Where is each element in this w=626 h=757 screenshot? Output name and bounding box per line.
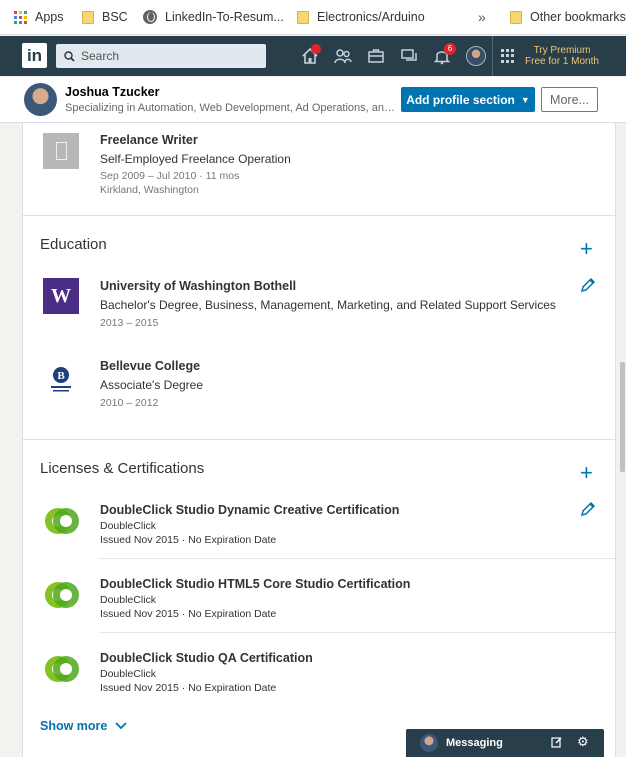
messaging-label: Messaging [446,737,503,749]
more-button[interactable]: More... [541,87,598,112]
education-school[interactable]: University of Washington Bothell [100,279,296,293]
item-divider [99,632,615,633]
bellevue-college-logo: B [51,367,71,392]
nav-separator [492,36,493,76]
section-divider [23,215,615,216]
experience-company: Self-Employed Freelance Operation [100,152,291,166]
profile-sticky-header: Joshua Tzucker Specializing in Automatio… [0,77,626,123]
education-degree: Associate's Degree [100,378,204,392]
me-avatar[interactable] [466,46,486,66]
notifications-badge: 6 [444,43,456,55]
education-degree: Bachelor's Degree, Business, Management,… [100,298,556,312]
try-premium-link[interactable]: Try Premium Free for 1 Month [522,45,602,67]
linkedin-logo[interactable]: in [22,43,47,68]
bookmark-linkedin-label: LinkedIn-To-Resum... [165,10,284,24]
item-divider [99,558,615,559]
company-logo-placeholder [43,133,79,169]
education-school[interactable]: Bellevue College [100,359,200,373]
bookmark-apps-label: Apps [35,10,64,24]
bookmarks-bar: Apps BSC LinkedIn-To-Resum... Electronic… [0,0,626,35]
education-dates: 2010 – 2012 [100,397,159,409]
scrollbar-thumb[interactable] [620,362,625,472]
education-heading: Education [40,236,107,253]
uw-logo: W [43,278,79,314]
license-issuer: DoubleClick [100,520,157,532]
search-icon [64,50,75,62]
folder-icon [510,10,522,24]
profile-headline: Specializing in Automation, Web Developm… [65,102,395,114]
edit-education-pencil-icon[interactable] [579,276,597,294]
experience-location: Kirkland, Washington [100,184,199,196]
bookmark-linkedin-to-resume[interactable]: LinkedIn-To-Resum... [143,0,284,35]
experience-dates: Sep 2009 – Jul 2010 · 11 mos [100,170,240,182]
doubleclick-logo [45,656,79,682]
license-issuer: DoubleClick [100,594,157,606]
caret-down-icon: ▼ [520,94,530,105]
add-profile-section-label: Add profile section [406,92,515,107]
folder-icon [82,10,94,24]
messaging-avatar [420,734,438,752]
network-icon[interactable] [333,46,353,66]
add-profile-section-button[interactable]: Add profile section ▼ [401,87,535,112]
add-education-plus-icon[interactable]: + [580,238,593,260]
apps-grid-icon [14,10,27,24]
doubleclick-logo [45,582,79,608]
messages-icon[interactable] [399,46,419,66]
experience-title[interactable]: Freelance Writer [100,133,198,147]
gear-icon[interactable]: ⚙ [577,734,589,750]
messaging-bar[interactable]: Messaging ⚙ [406,729,604,757]
bookmark-other-label: Other bookmarks [530,10,626,24]
folder-icon [297,10,309,24]
profile-card: Freelance Writer Self-Employed Freelance… [22,123,616,757]
license-name[interactable]: DoubleClick Studio QA Certification [100,651,313,665]
bookmark-other[interactable]: Other bookmarks [510,0,626,35]
licenses-heading: Licenses & Certifications [40,460,205,477]
jobs-icon[interactable] [366,46,386,66]
bookmark-apps[interactable]: Apps [14,0,64,35]
license-issued: Issued Nov 2015 · No Expiration Date [100,608,277,620]
linkedin-nav: in Search 6 Try Premium Free for 1 Month [0,36,626,76]
bookmarks-overflow-button[interactable]: » [478,0,486,35]
license-issued: Issued Nov 2015 · No Expiration Date [100,682,277,694]
license-issuer: DoubleClick [100,668,157,680]
add-license-plus-icon[interactable]: + [580,462,593,484]
bookmark-bsc[interactable]: BSC [82,0,128,35]
edit-license-pencil-icon[interactable] [579,500,597,518]
search-input[interactable]: Search [56,44,266,68]
license-issued: Issued Nov 2015 · No Expiration Date [100,534,277,546]
chevron-down-icon [115,722,127,730]
doubleclick-logo [45,508,79,534]
show-more-button[interactable]: Show more [40,719,127,733]
work-grid-icon[interactable] [501,49,515,63]
search-placeholder: Search [81,49,120,63]
home-badge [311,44,321,54]
compose-icon[interactable] [551,736,563,748]
bookmark-electronics[interactable]: Electronics/Arduino [297,0,425,35]
bookmark-electronics-label: Electronics/Arduino [317,10,425,24]
globe-icon [143,10,157,24]
avatar [24,83,57,116]
show-more-label: Show more [40,719,108,733]
license-name[interactable]: DoubleClick Studio Dynamic Creative Cert… [100,503,399,517]
section-divider [23,439,615,440]
license-name[interactable]: DoubleClick Studio HTML5 Core Studio Cer… [100,577,410,591]
education-dates: 2013 – 2015 [100,317,159,329]
bookmark-bsc-label: BSC [102,10,128,24]
svg-text:B: B [57,370,65,382]
profile-name: Joshua Tzucker [65,85,160,99]
